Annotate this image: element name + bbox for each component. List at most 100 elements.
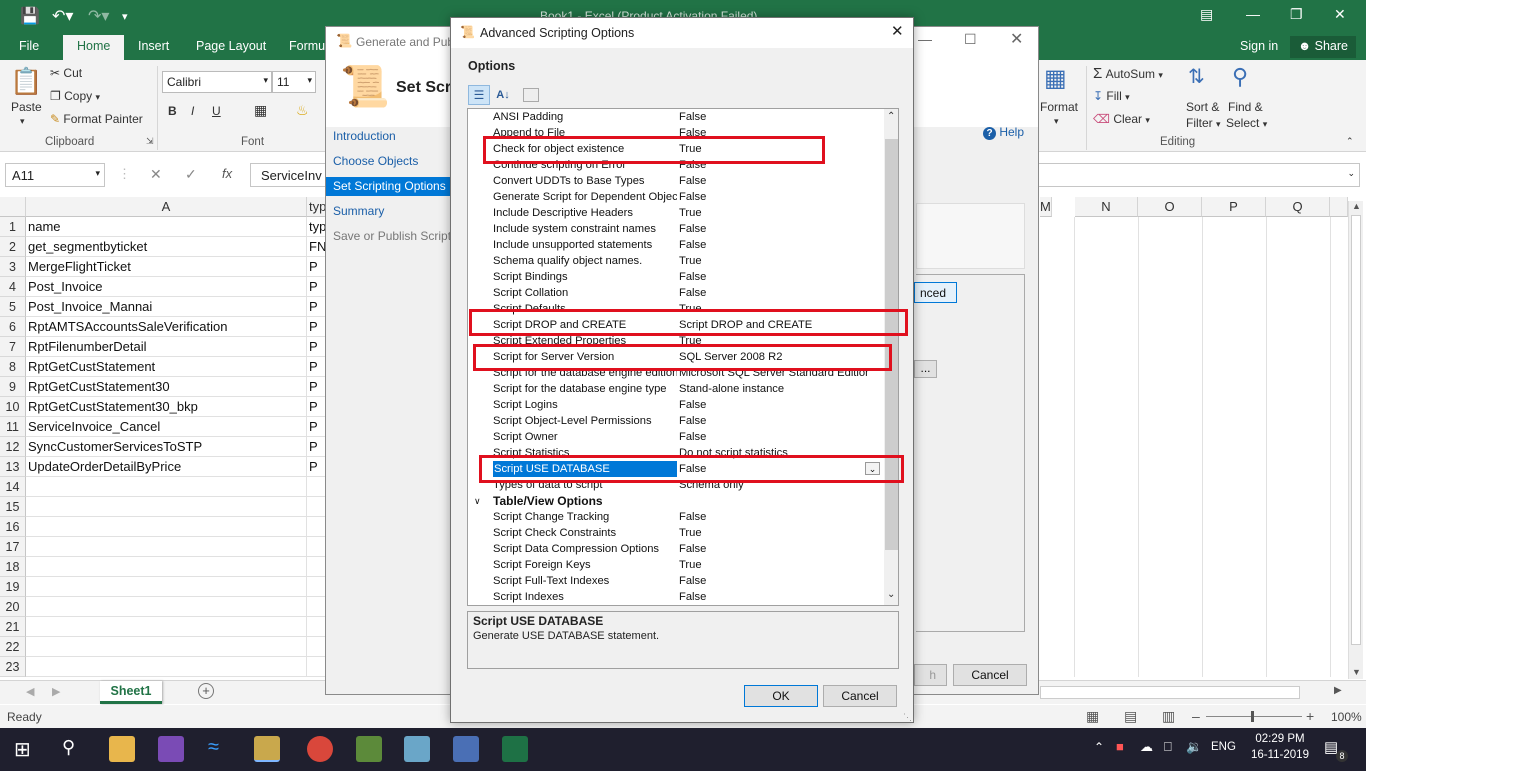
- cancel-button[interactable]: Cancel: [823, 685, 897, 707]
- scroll-down-icon[interactable]: ⌄: [887, 589, 895, 600]
- normal-view-icon[interactable]: ▦: [1086, 708, 1099, 725]
- categorized-icon[interactable]: ☰: [468, 85, 490, 105]
- close-icon[interactable]: ✕: [1010, 29, 1023, 49]
- scroll-right-icon[interactable]: ▶: [1334, 685, 1342, 696]
- row-header[interactable]: 20: [0, 597, 26, 617]
- property-value[interactable]: False: [679, 189, 869, 205]
- horizontal-scrollbar[interactable]: [1040, 686, 1300, 699]
- fill-button[interactable]: ↧ Fill ▾: [1093, 89, 1130, 103]
- property-row[interactable]: Script for the database engine type Stand…: [468, 381, 884, 397]
- borders-icon[interactable]: ▦: [254, 102, 267, 119]
- collapse-icon[interactable]: ∨: [474, 493, 481, 509]
- cell-a[interactable]: Post_Invoice: [26, 277, 307, 297]
- paste-button[interactable]: Paste: [11, 100, 42, 114]
- property-row[interactable]: ANSI Padding False: [468, 109, 884, 125]
- share-button[interactable]: ☻ Share: [1290, 36, 1356, 58]
- nav-summary[interactable]: Summary: [326, 202, 452, 221]
- advanced-button[interactable]: nced: [914, 282, 957, 303]
- property-value[interactable]: False: [679, 429, 869, 445]
- cell-a[interactable]: RptAMTSAccountsSaleVerification: [26, 317, 307, 337]
- tab-insert[interactable]: Insert: [138, 39, 169, 53]
- property-row[interactable]: Script Owner False: [468, 429, 884, 445]
- nav-set-scripting-options[interactable]: Set Scripting Options: [326, 177, 452, 196]
- property-row[interactable]: Schema qualify object names. True: [468, 253, 884, 269]
- zoom-slider[interactable]: [1206, 716, 1302, 717]
- sort-filter-label-1[interactable]: Sort &: [1186, 100, 1219, 114]
- row-header[interactable]: 11: [0, 417, 26, 437]
- bold-button[interactable]: B: [168, 104, 177, 118]
- underline-button[interactable]: U: [212, 104, 221, 118]
- italic-button[interactable]: I: [191, 104, 194, 118]
- scroll-down-icon[interactable]: ▼: [1352, 667, 1361, 677]
- font-size-combo[interactable]: 11 ▾: [272, 71, 316, 93]
- property-row[interactable]: Script Foreign Keys True: [468, 557, 884, 573]
- add-sheet-icon[interactable]: +: [198, 683, 214, 699]
- minimize-icon[interactable]: —: [1246, 6, 1260, 22]
- browse-button[interactable]: ...: [914, 360, 937, 378]
- property-value[interactable]: True: [679, 253, 869, 269]
- nav-save-or-publish[interactable]: Save or Publish Scripts: [326, 227, 457, 246]
- row-header[interactable]: 12: [0, 437, 26, 457]
- cell-a[interactable]: [26, 637, 307, 657]
- cell-a[interactable]: ServiceInvoice_Cancel: [26, 417, 307, 437]
- cancel-entry-icon[interactable]: ✕: [150, 166, 162, 183]
- zoom-out-icon[interactable]: –: [1192, 708, 1200, 724]
- cell-a[interactable]: get_segmentbyticket: [26, 237, 307, 257]
- row-header[interactable]: 18: [0, 557, 26, 577]
- cell-a[interactable]: RptGetCustStatement: [26, 357, 307, 377]
- property-pages-icon[interactable]: [523, 88, 539, 102]
- remote-desktop-icon[interactable]: [453, 736, 479, 762]
- tab-page-layout[interactable]: Page Layout: [196, 39, 266, 53]
- chrome-icon[interactable]: [307, 736, 333, 762]
- scroll-up-icon[interactable]: ▲: [1352, 201, 1361, 211]
- cell-a[interactable]: SyncCustomerServicesToSTP: [26, 437, 307, 457]
- find-select-label-1[interactable]: Find &: [1228, 100, 1263, 114]
- tab-file[interactable]: File: [19, 39, 39, 53]
- find-select-label-2[interactable]: Select ▾: [1226, 116, 1267, 130]
- nav-choose-objects[interactable]: Choose Objects: [326, 152, 452, 171]
- row-header[interactable]: 9: [0, 377, 26, 397]
- name-box[interactable]: A11 ▾: [5, 163, 105, 187]
- property-value[interactable]: True: [679, 205, 869, 221]
- fill-color-icon[interactable]: ♨: [296, 102, 309, 119]
- cell-a[interactable]: Post_Invoice_Mannai: [26, 297, 307, 317]
- row-header[interactable]: 3: [0, 257, 26, 277]
- app-icon[interactable]: [404, 736, 430, 762]
- property-value[interactable]: False: [679, 109, 869, 125]
- column-header-q[interactable]: Q: [1266, 197, 1330, 217]
- clipboard-launcher-icon[interactable]: ⇲: [146, 136, 154, 147]
- column-header-a[interactable]: A: [26, 197, 307, 217]
- row-header[interactable]: 4: [0, 277, 26, 297]
- wizard-cancel-button[interactable]: Cancel: [953, 664, 1027, 686]
- row-header[interactable]: 21: [0, 617, 26, 637]
- row-header[interactable]: 13: [0, 457, 26, 477]
- paste-icon[interactable]: 📋: [10, 66, 42, 97]
- cell-a[interactable]: [26, 577, 307, 597]
- cell-a[interactable]: [26, 537, 307, 557]
- cell-a[interactable]: [26, 557, 307, 577]
- column-header-m[interactable]: M: [1040, 197, 1052, 217]
- row-header[interactable]: 22: [0, 637, 26, 657]
- row-header[interactable]: 23: [0, 657, 26, 677]
- customize-toolbar-icon[interactable]: ▾: [122, 10, 128, 23]
- column-header-p[interactable]: P: [1202, 197, 1266, 217]
- clear-button[interactable]: ⌫ Clear ▾: [1093, 112, 1150, 126]
- onedrive-icon[interactable]: ☁: [1140, 739, 1153, 755]
- property-value[interactable]: Stand-alone instance: [679, 381, 869, 397]
- wifi-icon[interactable]: ≈: [208, 736, 219, 759]
- search-icon[interactable]: ⚲: [62, 737, 75, 758]
- row-header[interactable]: 10: [0, 397, 26, 417]
- collapse-ribbon-icon[interactable]: ⌃: [1346, 136, 1354, 147]
- column-header-o[interactable]: O: [1138, 197, 1202, 217]
- sort-filter-label-2[interactable]: Filter ▾: [1186, 116, 1221, 130]
- property-value[interactable]: False: [679, 221, 869, 237]
- copy-button[interactable]: ❐ Copy ▾: [50, 89, 100, 103]
- cut-button[interactable]: ✂ Cut: [50, 66, 82, 80]
- paste-dropdown-icon[interactable]: ▾: [20, 116, 25, 127]
- property-value[interactable]: False: [679, 541, 869, 557]
- finish-button[interactable]: h: [914, 664, 947, 686]
- sort-filter-icon[interactable]: ⇅: [1188, 64, 1205, 89]
- ssms-icon[interactable]: [254, 736, 280, 762]
- cell-a[interactable]: [26, 597, 307, 617]
- row-header[interactable]: 16: [0, 517, 26, 537]
